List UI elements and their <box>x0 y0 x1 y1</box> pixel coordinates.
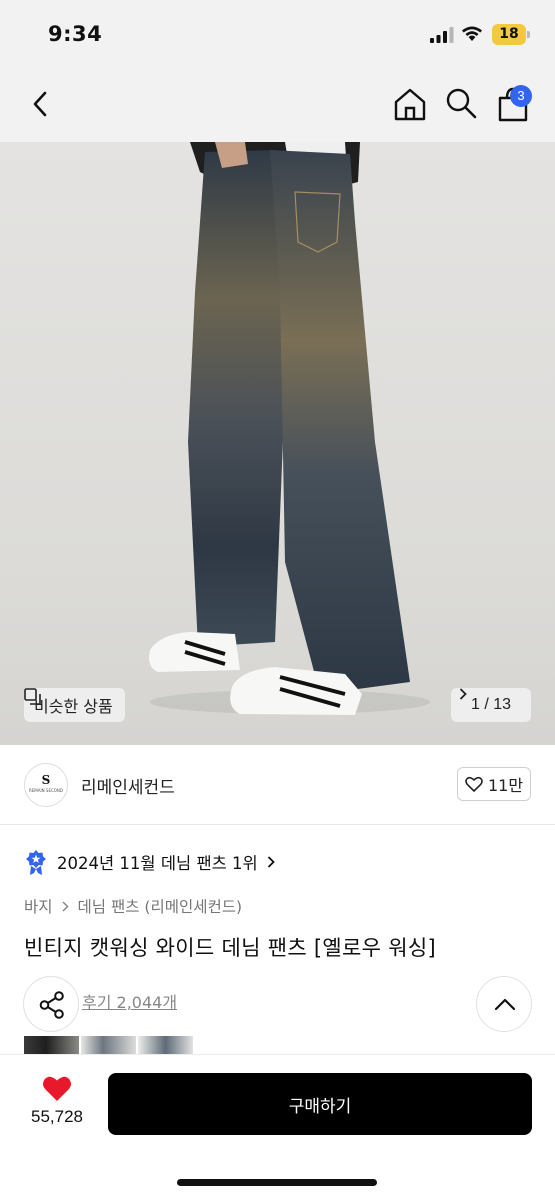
product-image-carousel[interactable]: 비슷한 상품 1 / 13 <box>0 142 555 745</box>
status-bar: 9:34 18 <box>0 0 555 68</box>
similar-products-label: 비슷한 상품 <box>34 697 113 716</box>
detail-thumbnails <box>24 1036 195 1054</box>
shop-like-button[interactable]: 11만 <box>457 767 531 801</box>
heart-outline-icon <box>465 776 483 792</box>
thumbnail-image[interactable] <box>81 1036 136 1054</box>
share-button[interactable] <box>23 976 79 1032</box>
home-indicator <box>177 1179 377 1186</box>
category-breadcrumb: 바지 데님 팬츠 (리메인세컨드) <box>24 895 242 917</box>
wifi-icon <box>462 26 482 41</box>
battery-level: 18 <box>492 24 526 45</box>
breadcrumb-item-denim[interactable]: 데님 팬츠 (리메인세컨드) <box>78 895 243 917</box>
product-photo <box>149 142 430 715</box>
shop-logo[interactable]: S REMAIN SECOND <box>24 763 68 807</box>
chevron-right-icon <box>62 900 69 912</box>
copy-squares-icon <box>24 688 41 705</box>
ranking-text: 2024년 11월 데님 팬츠 1위 <box>57 854 258 873</box>
cart-count-badge[interactable]: 3 <box>510 85 532 107</box>
image-counter[interactable]: 1 / 13 <box>451 688 531 722</box>
top-navigation: 3 <box>0 68 555 142</box>
shop-logo-mark: S <box>41 773 51 787</box>
wishlist-count: 55,728 <box>31 1107 83 1126</box>
chevron-right-icon <box>267 856 275 868</box>
scroll-to-top-button[interactable] <box>476 976 532 1032</box>
status-time: 9:34 <box>48 22 103 46</box>
back-chevron-icon[interactable] <box>26 88 56 120</box>
search-icon[interactable] <box>444 86 478 120</box>
product-title: 빈티지 캣워싱 와이드 데님 팬츠 [옐로우 워싱] <box>24 936 436 960</box>
ranking-badge-row[interactable]: 2024년 11월 데님 팬츠 1위 <box>24 848 275 876</box>
home-icon[interactable] <box>392 86 428 122</box>
shop-row: S REMAIN SECOND 리메인세컨드 11만 <box>0 745 555 825</box>
thumbnail-image[interactable] <box>24 1036 79 1054</box>
chevron-right-icon <box>459 688 467 700</box>
share-icon <box>39 991 64 1019</box>
chevron-up-icon <box>494 998 516 1011</box>
shop-logo-subtext: REMAIN SECOND <box>28 788 64 793</box>
buy-button-label: 구매하기 <box>288 1096 352 1117</box>
battery-tip <box>527 31 530 38</box>
shop-like-count: 11만 <box>487 776 524 795</box>
wishlist-button[interactable]: 55,728 <box>24 1075 90 1127</box>
reviews-link[interactable]: 후기 2,044개 <box>82 989 177 1013</box>
ranking-medal-icon <box>26 850 46 875</box>
heart-filled-icon <box>42 1076 72 1101</box>
similar-products-button[interactable]: 비슷한 상품 <box>24 688 125 722</box>
shop-name[interactable]: 리메인세컨드 <box>81 773 175 798</box>
image-counter-text: 1 / 13 <box>470 696 512 713</box>
thumbnail-image[interactable] <box>138 1036 193 1054</box>
cellular-signal-icon <box>430 27 454 43</box>
buy-button[interactable]: 구매하기 <box>108 1073 532 1135</box>
breadcrumb-item-pants[interactable]: 바지 <box>24 895 53 917</box>
